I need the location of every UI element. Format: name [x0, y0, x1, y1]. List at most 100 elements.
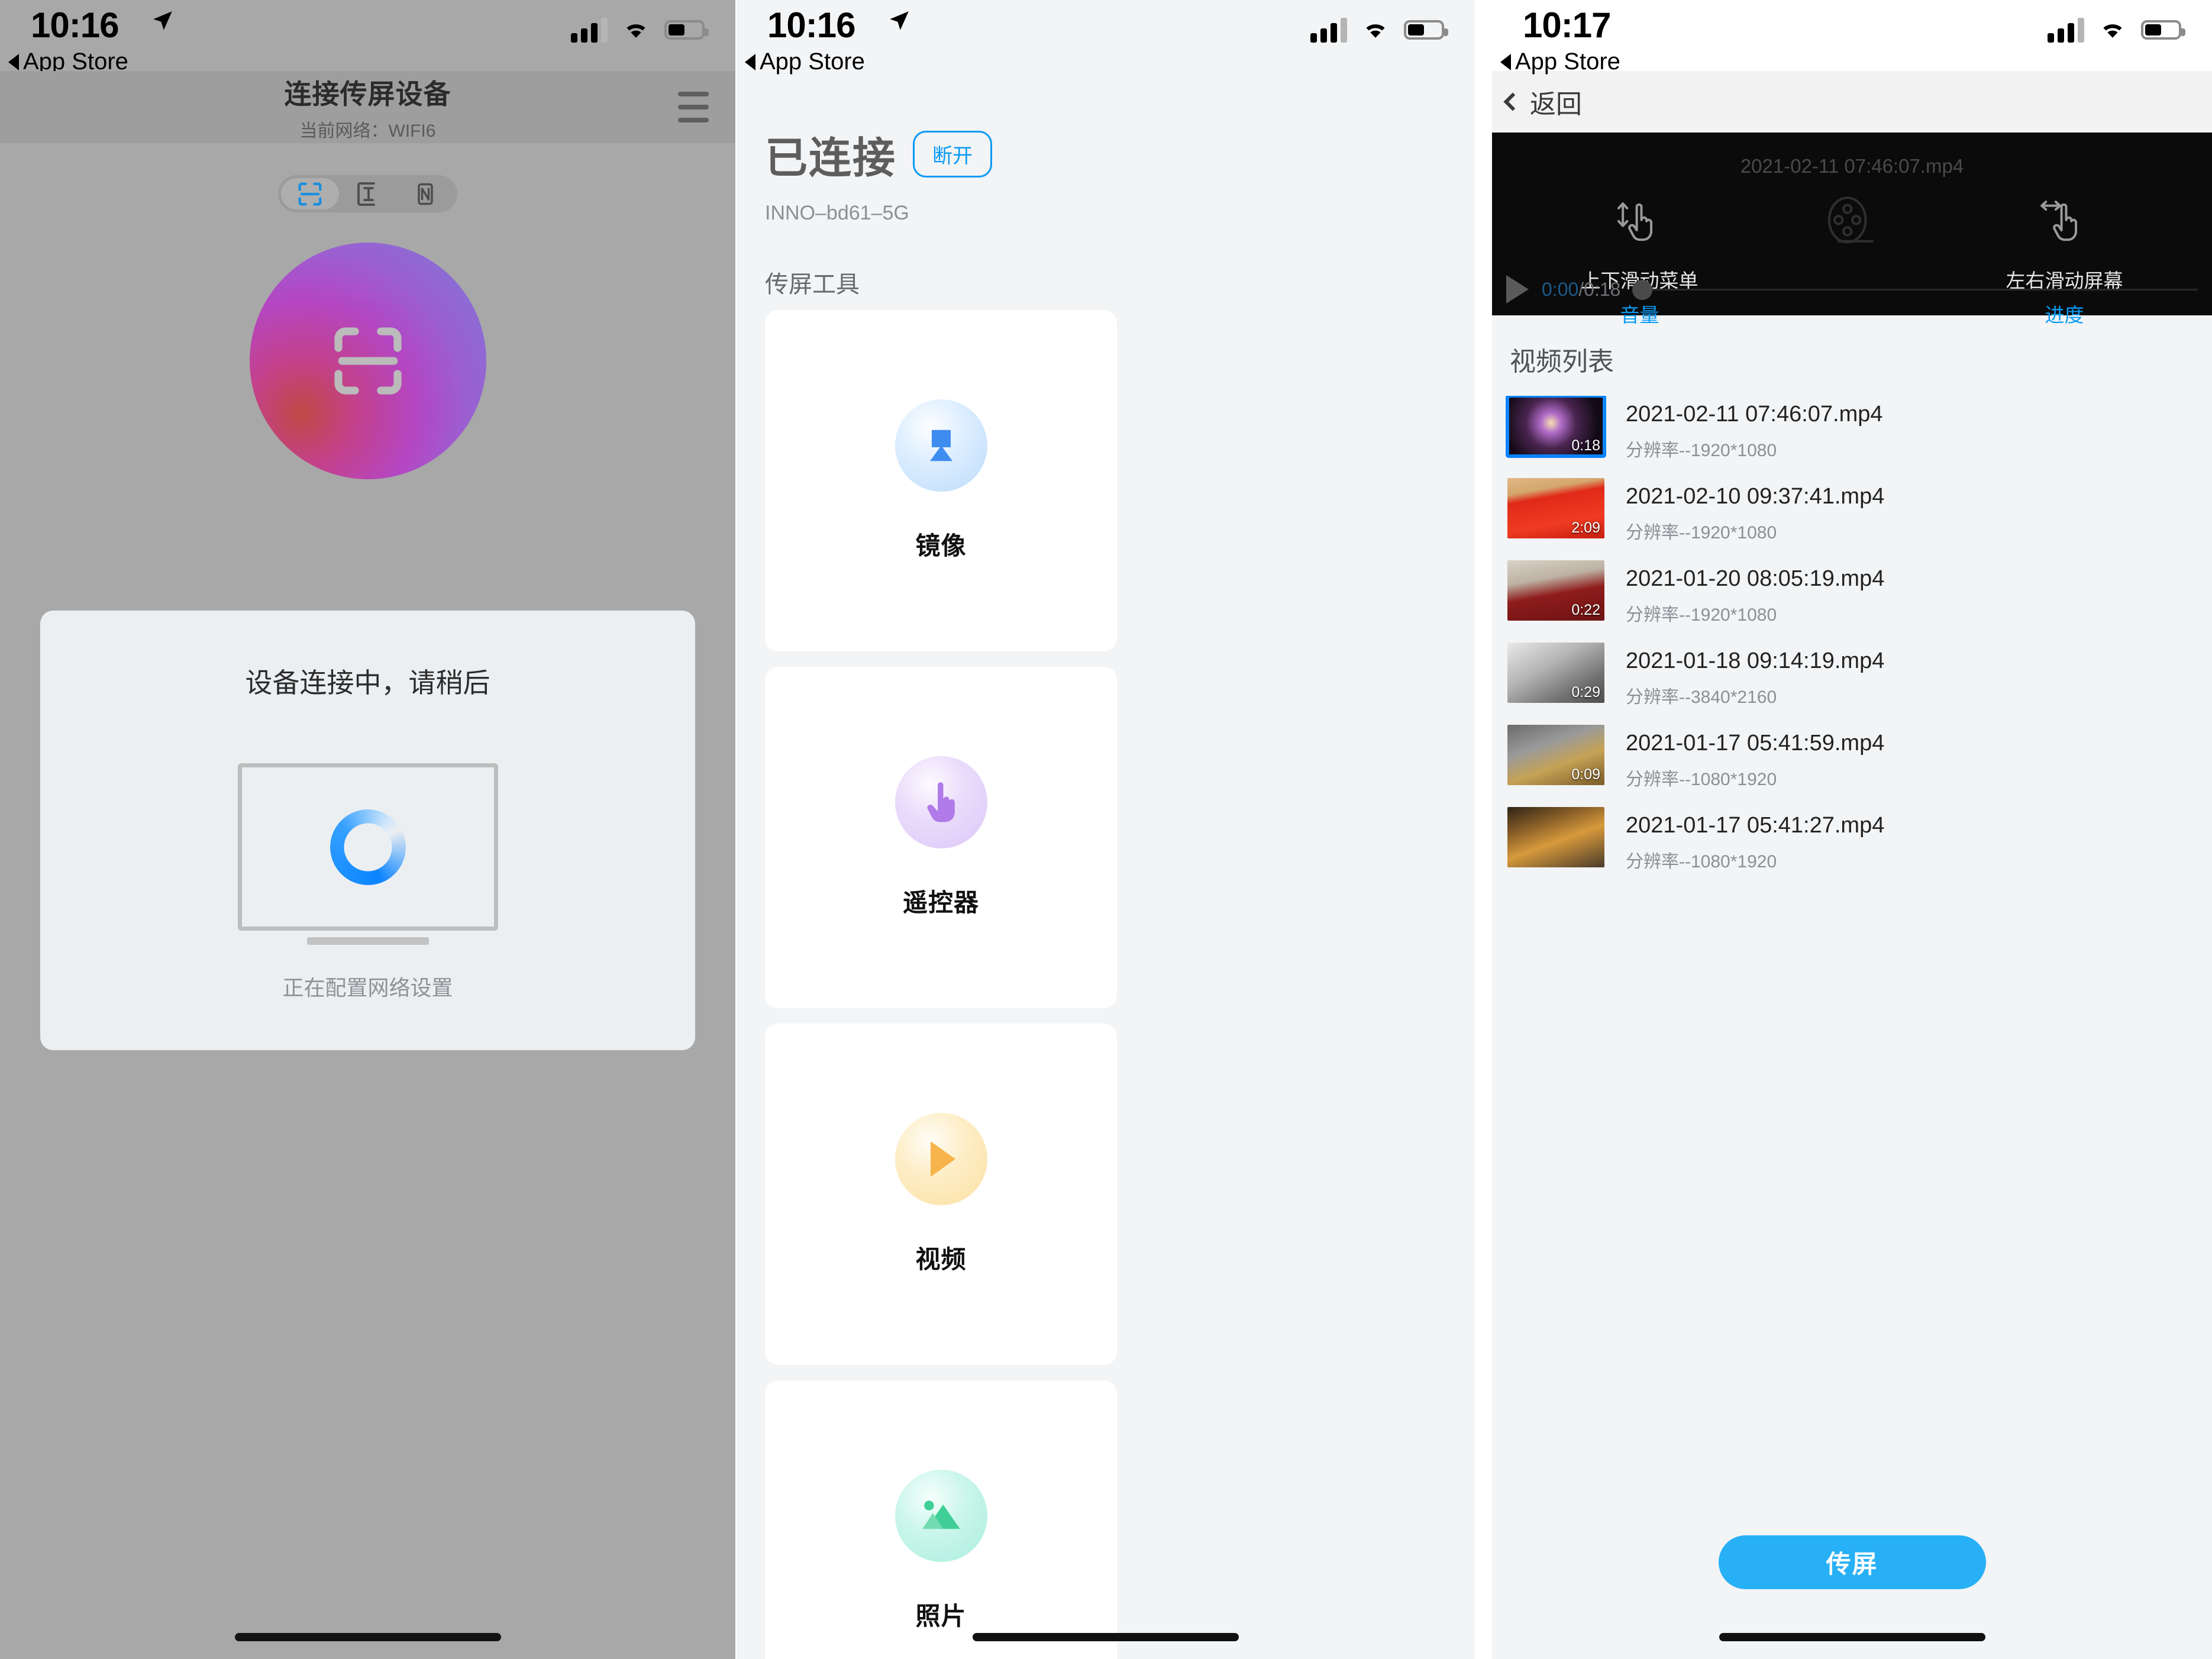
tool-label: 视频 — [915, 1245, 967, 1273]
video-resolution: 分辨率--1920*1080 — [1626, 605, 1777, 625]
connection-header: 已连接 断开 INNO–bd61–5G 传屏工具 — [737, 71, 1475, 299]
back-button[interactable]: 返回 — [1530, 83, 1582, 121]
pointing-hand-icon — [895, 756, 987, 848]
tool-label: 镜像 — [915, 532, 967, 560]
battery-icon — [1404, 20, 1448, 40]
photo-mountain-icon — [895, 1470, 987, 1562]
photo-glyph — [922, 1500, 960, 1529]
video-thumbnail[interactable]: 2:09 — [1507, 478, 1604, 538]
tv-screen — [237, 763, 498, 931]
cellular-signal-icon — [571, 17, 608, 43]
back-app-label: App Store — [760, 49, 865, 75]
list-item[interactable]: 0:29 2021-01-18 09:14:19.mp4 分辨率--3840*2… — [1492, 643, 2212, 725]
tool-card-photo[interactable]: 照片 — [765, 1380, 1117, 1659]
hand-glyph — [926, 782, 955, 822]
play-icon[interactable] — [1506, 275, 1529, 304]
home-indicator[interactable] — [234, 1633, 501, 1641]
location-arrow-icon — [890, 11, 909, 30]
video-name: 2021-01-17 05:41:59.mp4 — [1626, 731, 1885, 756]
video-name: 2021-01-20 08:05:19.mp4 — [1626, 566, 1885, 591]
cast-button-container: 传屏 — [1492, 1535, 2212, 1589]
hamburger-menu-icon[interactable] — [678, 92, 709, 122]
text-input-icon — [357, 182, 375, 206]
status-time: 10:16 — [31, 5, 119, 45]
panel-divider — [1475, 0, 1492, 1659]
tool-card-video[interactable]: 视频 — [765, 1024, 1117, 1365]
video-meta: 2021-01-20 08:05:19.mp4 分辨率--1920*1080 — [1604, 560, 1884, 626]
status-time: 10:16 — [767, 5, 855, 45]
segment-text-input[interactable] — [339, 178, 397, 209]
video-resolution: 分辨率--3840*2160 — [1626, 688, 1777, 707]
swipe-horizontal-hand-icon — [2040, 201, 2077, 241]
segment-nfc[interactable] — [396, 178, 454, 209]
disconnect-button[interactable]: 断开 — [913, 131, 993, 177]
tool-card-mirror[interactable]: 镜像 — [765, 310, 1117, 651]
wifi-icon — [1366, 24, 1385, 38]
list-item[interactable]: 0:22 2021-01-20 08:05:19.mp4 分辨率--1920*1… — [1492, 560, 2212, 643]
home-indicator[interactable] — [973, 1633, 1239, 1641]
list-item[interactable]: 0:18 2021-02-11 07:46:07.mp4 分辨率--1920*1… — [1492, 396, 2212, 478]
total-time: /0:18 — [1578, 278, 1621, 300]
play-glyph — [930, 1141, 955, 1177]
tool-card-remote[interactable]: 遥控器 — [765, 667, 1117, 1008]
duration-badge: 0:09 — [1571, 766, 1600, 783]
video-resolution: 分辨率--1080*1920 — [1626, 852, 1777, 872]
player-controls: 0:00/0:18 — [1492, 275, 2212, 304]
video-name: 2021-02-10 09:37:41.mp4 — [1626, 484, 1885, 509]
modal-status-text: 正在配置网络设置 — [282, 976, 453, 1000]
video-meta: 2021-02-10 09:37:41.mp4 分辨率--1920*1080 — [1604, 478, 1884, 544]
list-item[interactable]: 2:09 2021-02-10 09:37:41.mp4 分辨率--1920*1… — [1492, 478, 2212, 560]
status-bar: 10:16 App Store — [0, 0, 735, 75]
connection-status-row: 已连接 断开 — [765, 123, 1446, 185]
tv-stand — [306, 937, 429, 945]
triangle-left-icon — [8, 53, 19, 70]
section-title-tools: 传屏工具 — [765, 272, 860, 298]
current-time: 0:00 — [1542, 278, 1579, 300]
cast-button[interactable]: 传屏 — [1718, 1535, 1986, 1589]
airplay-glyph — [929, 430, 952, 461]
video-name: 2021-01-17 05:41:27.mp4 — [1626, 813, 1885, 838]
cellular-signal-icon — [1310, 17, 1347, 43]
cellular-signal-icon — [2048, 17, 2084, 43]
back-to-app-store[interactable]: App Store — [1500, 49, 1620, 75]
video-meta: 2021-01-17 05:41:59.mp4 分辨率--1080*1920 — [1604, 725, 1884, 790]
tool-label: 遥控器 — [902, 889, 979, 916]
list-item[interactable]: 0:09 2021-01-17 05:41:59.mp4 分辨率--1080*1… — [1492, 725, 2212, 807]
duration-badge: 0:18 — [1571, 437, 1600, 454]
nav-bar: 连接传屏设备 当前网络：WIFI6 — [0, 71, 735, 143]
panel-connect-device: 10:16 App Store 连接传屏设备 当前网络：WIFI6 设备连接中，… — [0, 0, 735, 1659]
back-app-label: App Store — [1515, 49, 1620, 75]
back-to-app-store[interactable]: App Store — [745, 49, 865, 75]
video-thumbnail[interactable]: 0:22 — [1507, 560, 1604, 621]
nav-bar: 返回 — [1492, 71, 2212, 133]
video-resolution: 分辨率--1920*1080 — [1626, 441, 1777, 460]
segment-scan-qr[interactable] — [281, 178, 339, 209]
video-meta: 2021-02-11 07:46:07.mp4 分辨率--1920*1080 — [1604, 396, 1883, 461]
video-player[interactable]: 2021-02-11 07:46:07.mp4 上下滑动菜单 音量 — [1492, 133, 2212, 326]
video-list[interactable]: 0:18 2021-02-11 07:46:07.mp4 分辨率--1920*1… — [1492, 396, 2212, 1062]
hint-center: . — [1769, 193, 1935, 283]
video-thumbnail[interactable]: 0:09 — [1507, 725, 1604, 785]
connecting-modal: 设备连接中，请稍后 正在配置网络设置 — [40, 611, 695, 1050]
status-indicators — [2048, 17, 2185, 43]
home-indicator[interactable] — [1719, 1633, 1985, 1641]
video-thumbnail[interactable]: 0:18 — [1506, 396, 1606, 458]
video-thumbnail[interactable] — [1507, 807, 1604, 867]
status-bar: 10:16 App Store — [737, 0, 1475, 75]
video-resolution: 分辨率--1920*1080 — [1626, 523, 1777, 543]
slider-handle[interactable] — [1632, 279, 1653, 300]
current-network-label: 当前网络：WIFI6 — [299, 121, 436, 141]
chevron-left-icon[interactable] — [1503, 92, 1522, 111]
three-panel-screenshot: 10:16 App Store 连接传屏设备 当前网络：WIFI6 设备连接中，… — [0, 0, 2212, 1659]
progress-slider[interactable] — [1632, 279, 2198, 300]
video-thumbnail[interactable]: 0:29 — [1507, 643, 1604, 703]
player-filename: 2021-02-11 07:46:07.mp4 — [1740, 155, 1964, 177]
connect-method-segmented-control[interactable] — [278, 175, 457, 212]
tv-monitor-icon — [237, 763, 498, 945]
modal-title: 设备连接中，请稍后 — [245, 667, 490, 698]
video-name: 2021-01-18 09:14:19.mp4 — [1626, 648, 1885, 673]
video-meta: 2021-01-18 09:14:19.mp4 分辨率--3840*2160 — [1604, 643, 1884, 708]
airplay-mirror-icon — [895, 399, 987, 492]
list-item[interactable]: 2021-01-17 05:41:27.mp4 分辨率--1080*1920 — [1492, 807, 2212, 889]
location-arrow-icon — [153, 11, 172, 30]
